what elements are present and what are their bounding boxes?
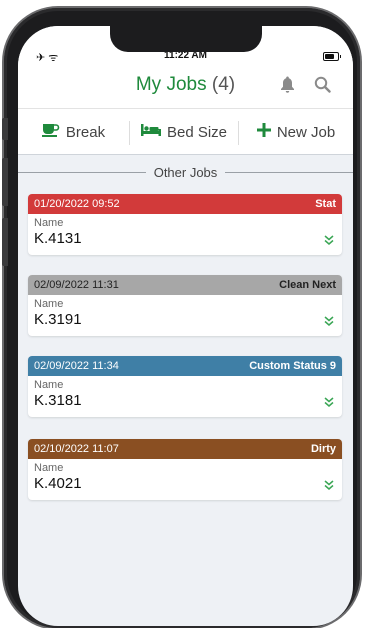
job-card-body: Name K.4131 <box>28 214 342 248</box>
chevron-double-down-icon[interactable] <box>324 315 334 329</box>
phone-frame: ✈ ᯤ 11:22 AM My Jobs (4) Break Bed Size … <box>2 8 360 628</box>
job-name: K.4131 <box>34 230 82 247</box>
new-job-label: New Job <box>276 123 336 141</box>
job-card-body: Name K.3191 <box>28 295 342 329</box>
plus-icon <box>256 123 271 141</box>
job-datetime: 02/09/2022 11:34 <box>34 360 119 372</box>
bed-size-button[interactable]: Bed Size <box>130 109 238 155</box>
volume-down-button <box>2 218 8 266</box>
job-name: K.4021 <box>34 475 82 492</box>
job-name: K.3181 <box>34 392 82 409</box>
break-button[interactable]: Break <box>18 109 129 155</box>
job-status: Clean Next <box>279 279 336 291</box>
job-datetime: 02/09/2022 11:31 <box>34 279 119 291</box>
app-screen: ✈ ᯤ 11:22 AM My Jobs (4) Break Bed Size … <box>18 26 353 626</box>
job-card-header: 02/09/2022 11:34 Custom Status 9 <box>28 356 342 376</box>
chevron-double-down-icon[interactable] <box>324 234 334 248</box>
name-label: Name <box>34 298 64 310</box>
job-card[interactable]: 02/09/2022 11:34 Custom Status 9 Name K.… <box>28 356 342 417</box>
break-label: Break <box>65 123 106 141</box>
job-card-body: Name K.4021 <box>28 459 342 493</box>
job-datetime: 01/20/2022 09:52 <box>34 198 120 210</box>
action-toolbar: Break Bed Size New Job <box>18 108 353 155</box>
title-text: My Jobs <box>135 74 207 95</box>
job-name: K.3191 <box>34 311 82 328</box>
volume-up-button <box>2 158 8 206</box>
coffee-cup-icon <box>41 123 60 141</box>
page-title: My Jobs (4) <box>18 74 353 96</box>
job-card-header: 02/10/2022 11:07 Dirty <box>28 439 342 459</box>
section-label: Other Jobs <box>153 164 218 180</box>
name-label: Name <box>34 379 64 391</box>
job-card[interactable]: 01/20/2022 09:52 Stat Name K.4131 <box>28 194 342 255</box>
name-label: Name <box>34 462 64 474</box>
notification-bell-icon[interactable] <box>280 76 295 98</box>
app-header: My Jobs (4) <box>18 66 353 108</box>
divider-line <box>18 171 146 173</box>
divider-line <box>225 171 353 173</box>
chevron-double-down-icon[interactable] <box>324 396 334 410</box>
bed-icon <box>140 123 161 141</box>
job-card-body: Name K.3181 <box>28 376 342 410</box>
other-jobs-divider: Other Jobs <box>18 154 353 189</box>
mute-switch <box>2 118 8 140</box>
name-label: Name <box>34 217 64 229</box>
job-card-header: 01/20/2022 09:52 Stat <box>28 194 342 214</box>
search-icon[interactable] <box>314 76 331 98</box>
notch <box>110 26 262 52</box>
job-status: Stat <box>315 198 336 210</box>
job-card[interactable]: 02/09/2022 11:31 Clean Next Name K.3191 <box>28 275 342 336</box>
job-datetime: 02/10/2022 11:07 <box>34 443 119 455</box>
job-card[interactable]: 02/10/2022 11:07 Dirty Name K.4021 <box>28 439 342 500</box>
job-status: Dirty <box>310 443 336 455</box>
battery-icon <box>323 52 341 61</box>
job-card-header: 02/09/2022 11:31 Clean Next <box>28 275 342 295</box>
job-status: Custom Status 9 <box>249 360 336 372</box>
job-count: (4) <box>211 74 236 95</box>
new-job-button[interactable]: New Job <box>239 109 353 155</box>
chevron-double-down-icon[interactable] <box>324 479 334 493</box>
bed-size-label: Bed Size <box>166 123 228 141</box>
